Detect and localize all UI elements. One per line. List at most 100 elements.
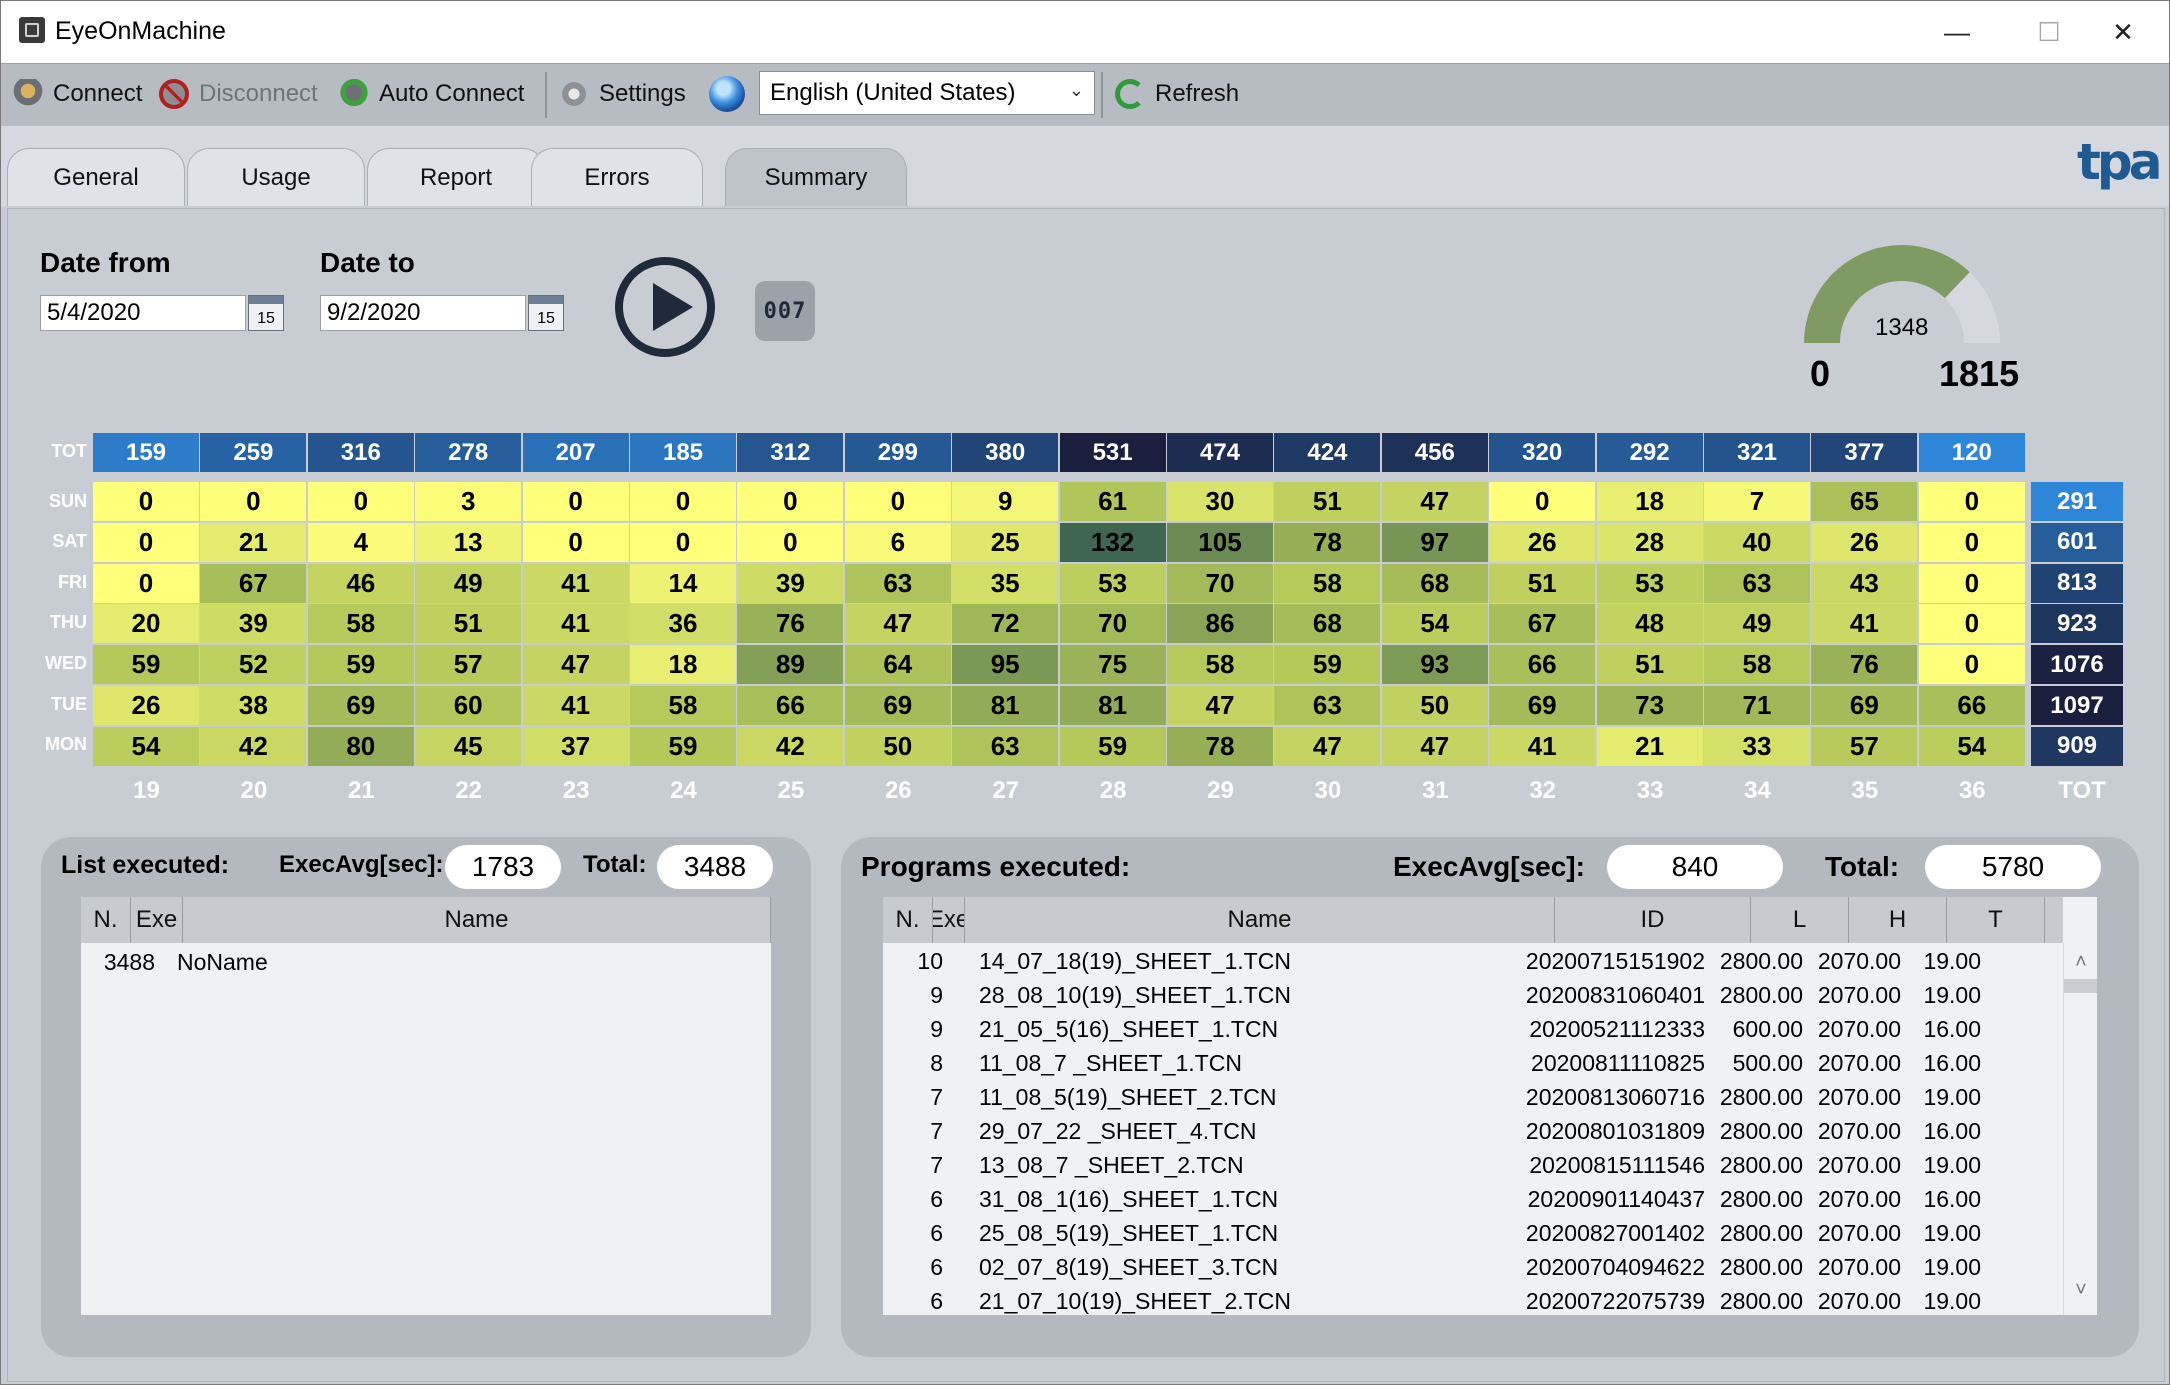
- table-row[interactable]: 7 11_08_5(19)_SHEET_2.TCN 20200813060716 28…: [883, 1080, 2063, 1114]
- table-row[interactable]: 7 29_07_22 _SHEET_4.TCN 20200801031809 2800…: [883, 1114, 2063, 1148]
- no-connection-icon: [159, 79, 189, 109]
- heatmap-cell: 57: [1811, 726, 1918, 766]
- table-row[interactable]: 6 31_08_1(16)_SHEET_1.TCN 20200901140437 28…: [883, 1182, 2063, 1216]
- cell-n: 6: [930, 1219, 943, 1246]
- disconnect-button[interactable]: Disconnect: [159, 74, 318, 114]
- cell-id: 20200813060716: [1525, 1083, 1705, 1110]
- close-button[interactable]: ✕: [2077, 1, 2169, 63]
- heatmap-cell: 26: [93, 686, 199, 725]
- scroll-down-icon[interactable]: ˅: [2064, 1279, 2097, 1302]
- col-header-exe[interactable]: Exe: [131, 897, 183, 943]
- list-executed-table[interactable]: N. Exe Name 3488 NoName: [81, 897, 771, 1315]
- table-row[interactable]: 7 13_08_7 _SHEET_2.TCN 20200815111546 2800.…: [883, 1148, 2063, 1182]
- heatmap-cell: 30: [1167, 482, 1273, 521]
- calendar-icon[interactable]: 15: [528, 295, 564, 331]
- list-execavg-label: ExecAvg[sec]:: [279, 851, 444, 878]
- minimize-button[interactable]: —: [1911, 1, 2003, 63]
- heatmap-cell: 41: [1489, 726, 1596, 766]
- heatmap-cell: 25: [952, 522, 1059, 562]
- heatmap-cell: 42: [737, 726, 844, 766]
- cell-t: 19.00: [1923, 981, 1981, 1008]
- table-row[interactable]: 9 21_05_5(16)_SHEET_1.TCN 20200521112333 60…: [883, 1012, 2063, 1046]
- cell-n: 9: [930, 981, 943, 1008]
- tab-report[interactable]: Report: [367, 148, 545, 206]
- tab-usage[interactable]: Usage: [187, 148, 365, 206]
- week-total-cell: 474: [1167, 433, 1273, 472]
- heatmap-cell: 41: [522, 686, 629, 725]
- auto-connect-button[interactable]: Auto Connect: [339, 74, 524, 114]
- date-from-label: Date from: [40, 247, 171, 278]
- heatmap-cell: 68: [1274, 604, 1381, 644]
- col-header-exe[interactable]: Exe: [933, 897, 965, 943]
- scrollbar-thumb[interactable]: [2064, 979, 2097, 993]
- heatmap-cell: 69: [844, 686, 951, 725]
- app-window: EyeOnMachine — ☐ ✕ Connect Disconnect Au…: [0, 0, 2170, 1385]
- cell-name: 21_07_10(19)_SHEET_2.TCN: [979, 1287, 1291, 1314]
- heatmap-cell: 0: [522, 522, 629, 562]
- table-row[interactable]: 9 28_08_10(19)_SHEET_1.TCN 20200831060401 2…: [883, 978, 2063, 1012]
- refresh-button[interactable]: Refresh: [1115, 74, 1239, 114]
- week-total-cell: 456: [1381, 433, 1488, 472]
- col-header-t[interactable]: T: [1947, 897, 2045, 943]
- col-header-h[interactable]: H: [1849, 897, 1947, 943]
- heatmap-cell: 45: [415, 726, 522, 766]
- heatmap-cell: 63: [1274, 686, 1381, 725]
- heatmap-cell: 7: [1704, 482, 1810, 521]
- heatmap-cell: 37: [522, 726, 629, 766]
- day-label-thu: THU: [50, 612, 87, 632]
- heatmap-cell: 36: [630, 604, 736, 644]
- heatmap-cell: 81: [1059, 686, 1166, 725]
- cell-id: 20200831060401: [1525, 981, 1705, 1008]
- col-header-name[interactable]: Name: [183, 897, 771, 943]
- tot-col-label: TOT: [2058, 777, 2106, 804]
- table-row[interactable]: 3488 NoName: [81, 945, 771, 979]
- globe-button[interactable]: [709, 74, 755, 114]
- table-row[interactable]: 8 11_08_7 _SHEET_1.TCN 20200811110825 500.0…: [883, 1046, 2063, 1080]
- table-row[interactable]: 6 21_07_10(19)_SHEET_2.TCN 20200722075739 2…: [883, 1284, 2063, 1315]
- cell-t: 16.00: [1923, 1117, 1981, 1144]
- tab-errors[interactable]: Errors: [531, 148, 703, 206]
- date-from-input[interactable]: 5/4/2020: [40, 295, 246, 331]
- col-header-l[interactable]: L: [1751, 897, 1849, 943]
- table-row[interactable]: 6 25_08_5(19)_SHEET_1.TCN 20200827001402 28…: [883, 1216, 2063, 1250]
- heatmap-cell: 105: [1167, 522, 1273, 562]
- table-header: N. Exe Name: [81, 897, 771, 943]
- language-select[interactable]: English (United States) ⌄: [759, 71, 1095, 115]
- connect-label: Connect: [53, 80, 143, 107]
- heatmap-cell: 86: [1167, 604, 1273, 644]
- heatmap-cell: 63: [844, 563, 951, 603]
- col-header-n[interactable]: N.: [81, 897, 131, 943]
- scrollbar[interactable]: ˄ ˅: [2063, 943, 2097, 1315]
- heatmap-cell: 21: [1596, 726, 1703, 766]
- cell-name: 31_08_1(16)_SHEET_1.TCN: [979, 1185, 1279, 1212]
- col-header-name[interactable]: Name: [965, 897, 1555, 943]
- programs-executed-table[interactable]: N. Exe Name ID L H T 10 14_07_18(19)_SHEE…: [883, 897, 2097, 1315]
- cell-l: 2800.00: [1719, 1083, 1803, 1110]
- cell-id: 20200715151902: [1525, 947, 1705, 974]
- day-label-sat: SAT: [52, 531, 87, 551]
- calendar-icon[interactable]: 15: [248, 295, 284, 331]
- cell-l: 2800.00: [1719, 1287, 1803, 1314]
- heatmap-cell: 51: [1274, 482, 1381, 521]
- day-total-cell: 909: [2031, 726, 2123, 766]
- tab-summary[interactable]: Summary: [725, 148, 907, 206]
- cell-name: 28_08_10(19)_SHEET_1.TCN: [979, 981, 1291, 1008]
- table-row[interactable]: 6 02_07_8(19)_SHEET_3.TCN 20200704094622 28…: [883, 1250, 2063, 1284]
- settings-button[interactable]: Settings: [559, 74, 686, 114]
- tab-general[interactable]: General: [7, 148, 185, 206]
- heatmap-cell: 0: [307, 482, 414, 521]
- table-row[interactable]: 10 14_07_18(19)_SHEET_1.TCN 20200715151902…: [883, 944, 2063, 978]
- date-to-input[interactable]: 9/2/2020: [320, 295, 526, 331]
- cell-n: 10: [917, 947, 943, 974]
- col-header-id[interactable]: ID: [1555, 897, 1751, 943]
- connect-button[interactable]: Connect: [13, 74, 142, 114]
- scroll-up-icon[interactable]: ˄: [2064, 951, 2097, 974]
- play-button[interactable]: [615, 257, 715, 357]
- week-label: 35: [1851, 777, 1879, 804]
- programs-total-value: 5780: [1925, 845, 2101, 889]
- heatmap-cell: 14: [630, 563, 736, 603]
- col-header-n[interactable]: N.: [883, 897, 933, 943]
- counter-button[interactable]: 007: [755, 281, 815, 341]
- day-total-cell: 813: [2031, 563, 2123, 603]
- heatmap-cell: 76: [737, 604, 844, 644]
